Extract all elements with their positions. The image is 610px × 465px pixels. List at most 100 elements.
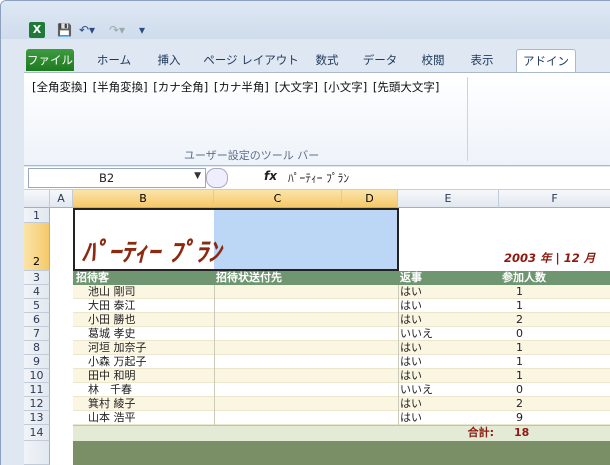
- guest-name[interactable]: 河垣 加奈子: [88, 341, 147, 355]
- undo-icon[interactable]: ↶▾: [79, 22, 95, 38]
- col-header-f[interactable]: F: [499, 190, 610, 208]
- guest-name[interactable]: 小田 勝也: [88, 313, 136, 327]
- customize-qat-icon[interactable]: ▾: [139, 22, 145, 38]
- guest-name[interactable]: 小森 万起子: [88, 355, 147, 369]
- table-row[interactable]: [73, 313, 610, 327]
- lowercase-button[interactable]: [小文字]: [324, 80, 367, 94]
- row-header-8[interactable]: 8: [24, 341, 50, 355]
- guest-reply[interactable]: はい: [400, 299, 422, 313]
- col-header-a[interactable]: A: [50, 190, 73, 208]
- formula-splitter[interactable]: [206, 168, 228, 188]
- table-row[interactable]: [73, 369, 610, 383]
- capitalize-button[interactable]: [先頭大文字]: [373, 80, 439, 94]
- row-header-3[interactable]: 3: [24, 271, 50, 285]
- row-header-13[interactable]: 13: [24, 411, 50, 425]
- guest-name[interactable]: 箕村 綾子: [88, 397, 136, 411]
- tab-review[interactable]: 校閲: [413, 49, 453, 71]
- col-header-e[interactable]: E: [398, 190, 499, 208]
- guest-reply[interactable]: はい: [400, 341, 422, 355]
- table-row[interactable]: [73, 397, 610, 411]
- name-box[interactable]: B2 ▼: [28, 168, 206, 188]
- tab-formulas[interactable]: 数式: [307, 49, 347, 71]
- table-row[interactable]: [73, 383, 610, 397]
- guest-name[interactable]: 大田 泰江: [88, 299, 136, 313]
- row-header-6[interactable]: 6: [24, 313, 50, 327]
- guest-name[interactable]: 葛城 孝史: [88, 327, 136, 341]
- guest-reply[interactable]: いいえ: [400, 327, 433, 341]
- excel-icon[interactable]: X: [29, 22, 45, 38]
- guest-reply[interactable]: いいえ: [400, 383, 433, 397]
- guest-reply[interactable]: はい: [400, 411, 422, 425]
- group-separator: [467, 77, 468, 161]
- row-header-1[interactable]: 1: [24, 208, 50, 223]
- row-header-15[interactable]: [24, 441, 50, 465]
- col-header-d[interactable]: D: [342, 190, 398, 208]
- guest-name[interactable]: 林 千春: [88, 383, 132, 397]
- kana-half-width-button[interactable]: [カナ半角]: [214, 80, 269, 94]
- guest-reply[interactable]: はい: [400, 313, 422, 327]
- kana-full-width-button[interactable]: [カナ全角]: [153, 80, 208, 94]
- table-row[interactable]: [73, 411, 610, 425]
- header-guest[interactable]: 招待客: [76, 271, 109, 285]
- table-row[interactable]: [73, 299, 610, 313]
- table-row[interactable]: [73, 341, 610, 355]
- row-header-11[interactable]: 11: [24, 383, 50, 397]
- tab-page-layout[interactable]: ページ レイアウト: [201, 49, 301, 71]
- guest-count[interactable]: 0: [516, 327, 523, 341]
- sheet-title[interactable]: ﾊﾟｰﾃｨｰ ﾌﾟﾗﾝ: [82, 232, 221, 269]
- guest-name[interactable]: 山本 浩平: [88, 411, 136, 425]
- uppercase-button[interactable]: [大文字]: [275, 80, 318, 94]
- row-header-4[interactable]: 4: [24, 285, 50, 299]
- tab-home[interactable]: ホーム: [89, 49, 139, 71]
- tab-file[interactable]: ファイル: [26, 49, 74, 71]
- row-header-12[interactable]: 12: [24, 397, 50, 411]
- col-header-b[interactable]: B: [73, 190, 214, 208]
- table-row[interactable]: [73, 355, 610, 369]
- guest-count[interactable]: 1: [516, 299, 523, 313]
- full-width-button[interactable]: [全角変換]: [32, 80, 87, 94]
- formula-input[interactable]: ﾊﾟｰﾃｨｰ ﾌﾟﾗﾝ: [288, 170, 349, 186]
- guest-count[interactable]: 1: [516, 355, 523, 369]
- redo-icon[interactable]: ↷▾: [109, 22, 125, 38]
- select-all-corner[interactable]: [24, 190, 50, 208]
- header-send-to[interactable]: 招待状送付先: [216, 271, 282, 285]
- guest-count[interactable]: 1: [516, 285, 523, 299]
- tab-data[interactable]: データ: [355, 49, 405, 71]
- row-header-9[interactable]: 9: [24, 355, 50, 369]
- row-header-5[interactable]: 5: [24, 299, 50, 313]
- sheet-date[interactable]: 2003 年 | 12 月: [504, 250, 595, 266]
- guest-reply[interactable]: はい: [400, 355, 422, 369]
- header-count[interactable]: 参加人数: [502, 271, 546, 285]
- tab-addins[interactable]: アドイン: [516, 49, 576, 73]
- guest-count[interactable]: 1: [516, 341, 523, 355]
- guest-reply[interactable]: はい: [400, 397, 422, 411]
- col-header-c[interactable]: C: [214, 190, 342, 208]
- save-icon[interactable]: 💾: [57, 22, 72, 38]
- guest-count[interactable]: 2: [516, 313, 523, 327]
- table-row[interactable]: [73, 285, 610, 299]
- total-label[interactable]: 合計:: [444, 426, 494, 440]
- chevron-down-icon[interactable]: ▼: [194, 171, 201, 181]
- table-row[interactable]: [73, 327, 610, 341]
- guest-count[interactable]: 0: [516, 383, 523, 397]
- half-width-button[interactable]: [半角変換]: [93, 80, 148, 94]
- guest-name[interactable]: 田中 和明: [88, 369, 136, 383]
- guest-reply[interactable]: はい: [400, 369, 422, 383]
- row-header-2[interactable]: 2: [24, 223, 50, 271]
- guest-reply[interactable]: はい: [400, 285, 422, 299]
- column-divider: [398, 383, 399, 397]
- guest-count[interactable]: 9: [516, 411, 523, 425]
- guest-count[interactable]: 1: [516, 369, 523, 383]
- tab-view[interactable]: 表示: [461, 49, 503, 71]
- guest-name[interactable]: 池山 剛司: [88, 285, 136, 299]
- row-header-14[interactable]: 14: [24, 425, 50, 441]
- worksheet[interactable]: A B C D E F 1 2 3 4 5 6 7 8 9 10 11 12 1…: [24, 190, 610, 465]
- total-value[interactable]: 18: [514, 426, 554, 440]
- tab-insert[interactable]: 挿入: [146, 49, 192, 71]
- column-divider: [398, 299, 399, 313]
- header-reply[interactable]: 返事: [400, 271, 422, 285]
- insert-function-icon[interactable]: fx: [264, 169, 277, 183]
- row-header-10[interactable]: 10: [24, 369, 50, 383]
- guest-count[interactable]: 2: [516, 397, 523, 411]
- row-header-7[interactable]: 7: [24, 327, 50, 341]
